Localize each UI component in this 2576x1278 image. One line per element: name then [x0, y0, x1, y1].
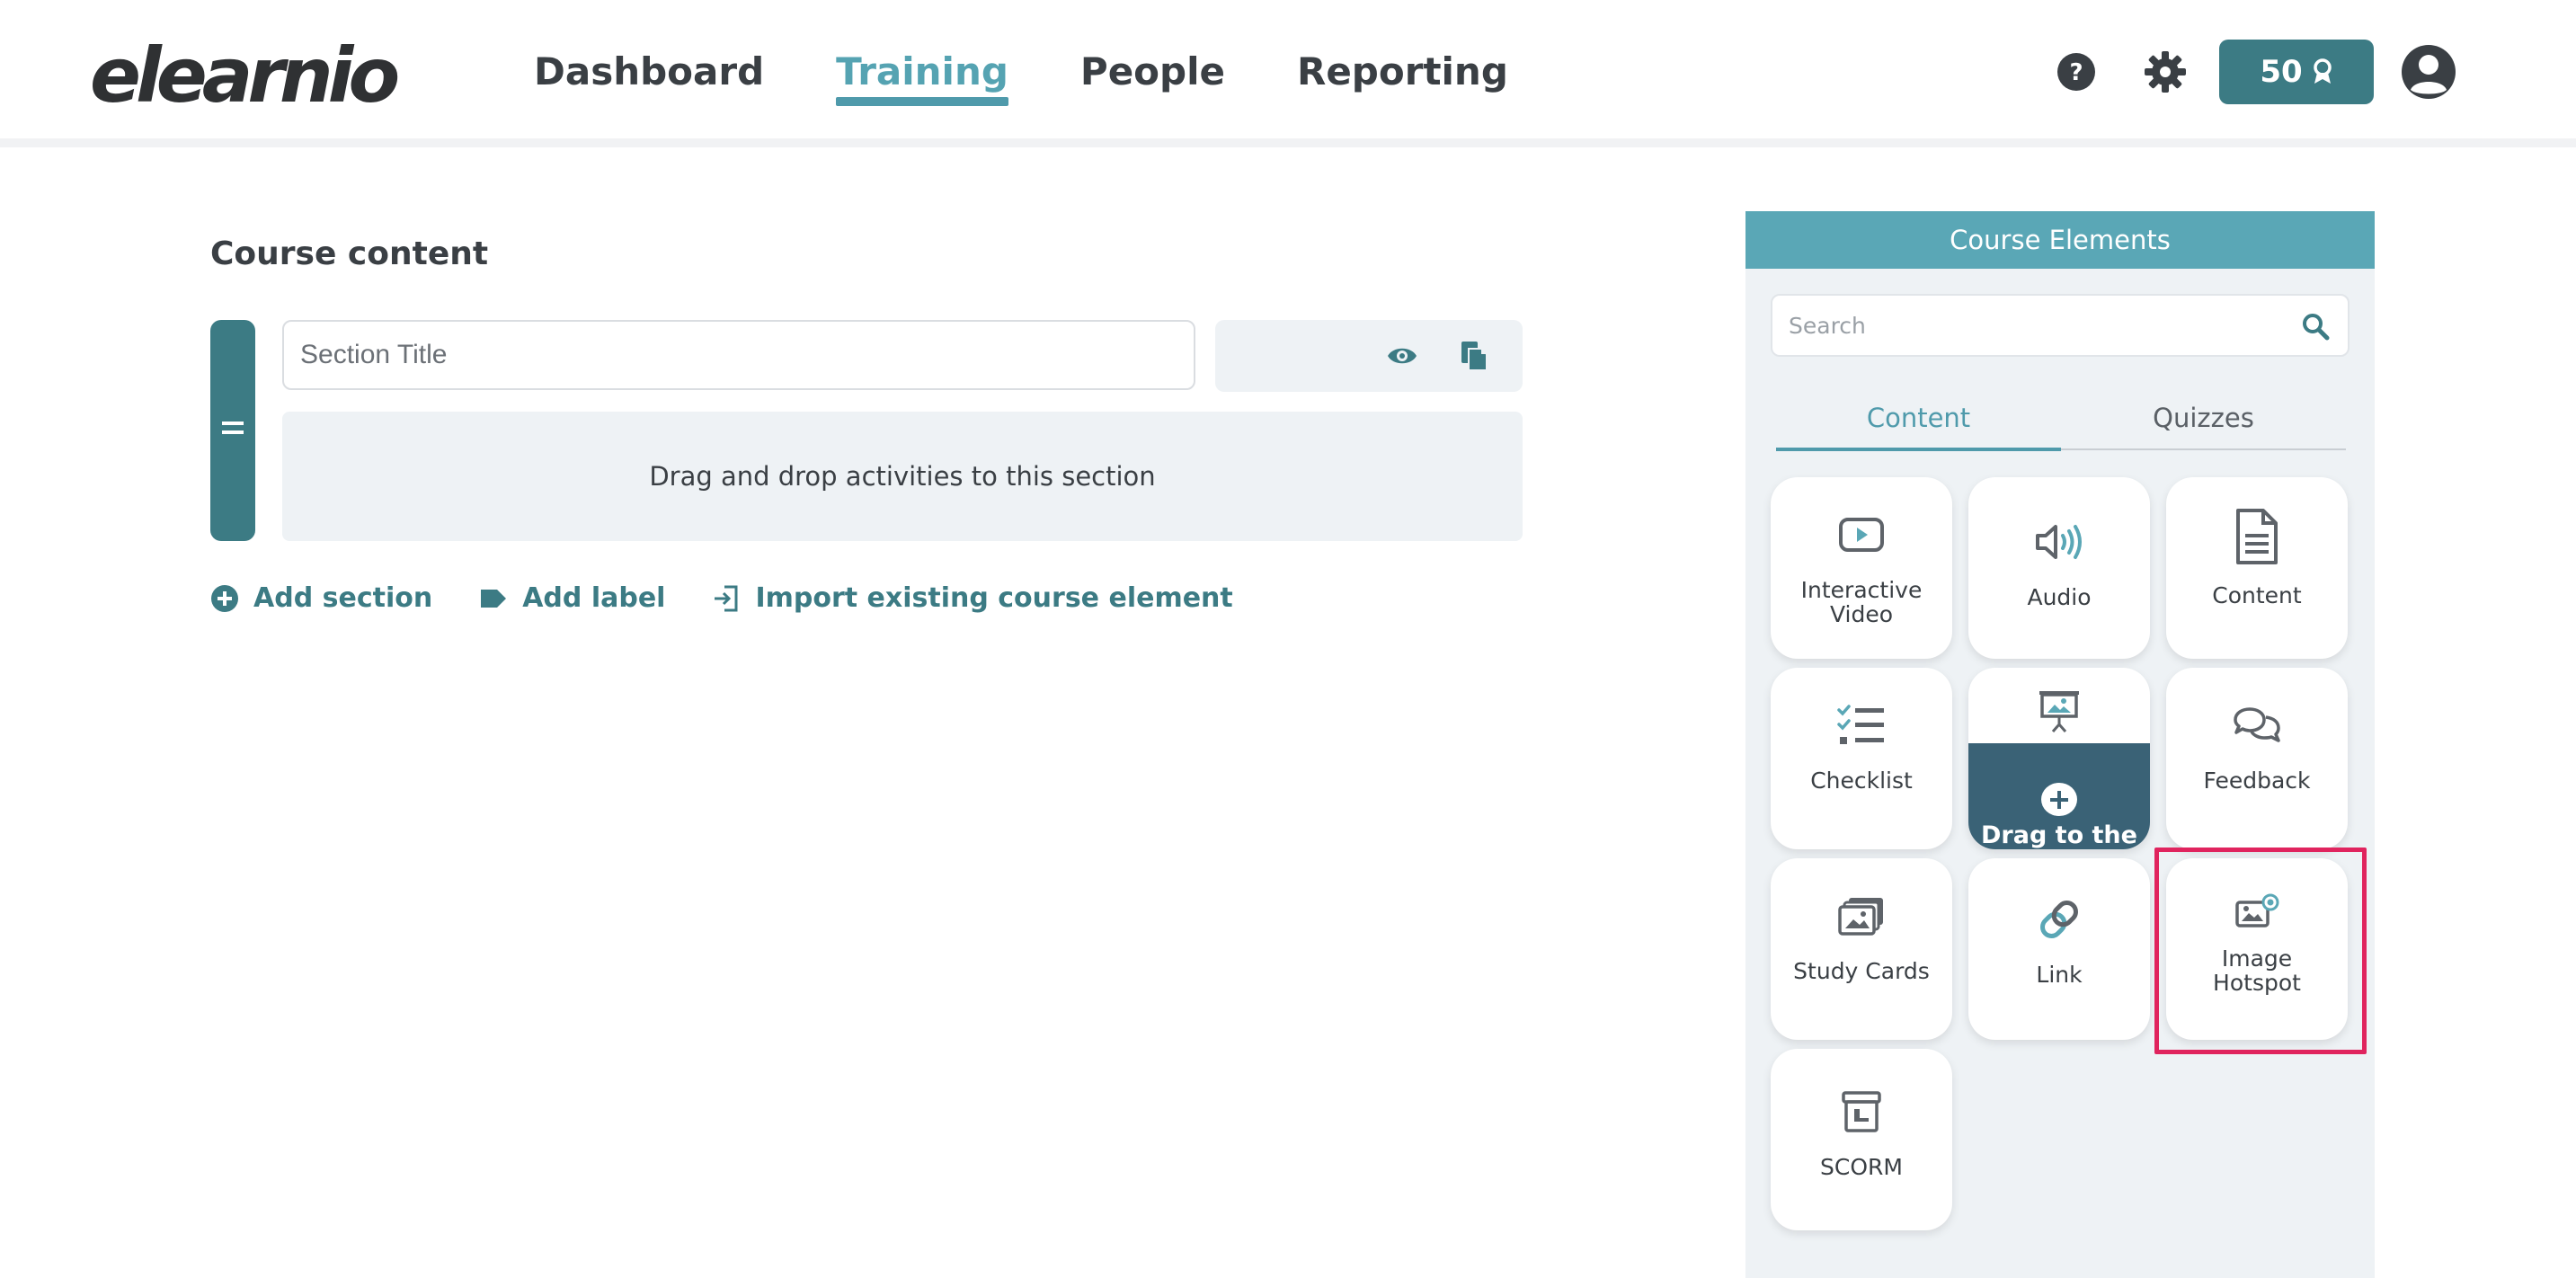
presentation-icon — [2039, 691, 2079, 732]
course-actions: Add section Add label Import existing co… — [210, 582, 1233, 614]
drag-overlay-text: Drag to the — [1981, 821, 2137, 849]
element-presentation-dragging[interactable]: Drag to the — [1968, 668, 2150, 849]
logo[interactable]: elearnio — [90, 32, 400, 119]
element-study-cards[interactable]: Study Cards — [1771, 858, 1952, 1040]
element-label: Checklist — [1810, 768, 1913, 794]
section-dropzone[interactable]: Drag and drop activities to this section — [282, 412, 1523, 541]
element-label: Link — [2036, 962, 2083, 988]
element-label: Image Hotspot — [2213, 945, 2301, 996]
feedback-icon — [2234, 707, 2280, 742]
element-feedback[interactable]: Feedback — [2166, 668, 2348, 849]
element-audio[interactable]: Audio — [1968, 477, 2150, 659]
import-element-button[interactable]: Import existing course element — [712, 582, 1233, 614]
nav-reporting[interactable]: Reporting — [1297, 45, 1508, 99]
page-title: Course content — [210, 235, 489, 272]
award-icon — [2313, 58, 2332, 84]
svg-text:?: ? — [2069, 59, 2083, 86]
import-element-label: Import existing course element — [755, 582, 1233, 614]
add-label-button[interactable]: Add label — [479, 582, 665, 614]
element-tabs: Content Quizzes — [1776, 387, 2346, 451]
image-hotspot-icon — [2235, 893, 2279, 927]
element-label: SCORM — [1820, 1154, 1903, 1180]
plus-circle-icon — [2041, 783, 2077, 816]
add-section-button[interactable]: Add section — [210, 582, 432, 614]
points-value: 50 — [2260, 54, 2303, 90]
plus-circle-icon — [211, 584, 238, 612]
checklist-icon — [1837, 705, 1884, 744]
eye-icon[interactable] — [1386, 342, 1418, 370]
element-label: Interactive Video — [1800, 577, 1923, 627]
nav-training[interactable]: Training — [836, 45, 1008, 106]
element-label: Feedback — [2203, 768, 2311, 794]
element-label: Content — [2212, 582, 2302, 608]
help-icon[interactable]: ? — [2055, 50, 2098, 93]
panel-title: Course Elements — [1745, 211, 2375, 269]
scorm-icon — [1842, 1091, 1881, 1132]
add-section-label: Add section — [253, 582, 433, 614]
import-icon — [715, 585, 738, 611]
tag-icon — [481, 589, 507, 608]
tab-quizzes[interactable]: Quizzes — [2061, 387, 2346, 448]
section-drag-handle[interactable] — [210, 320, 255, 541]
document-icon — [2236, 509, 2278, 564]
link-icon — [2040, 901, 2078, 938]
drag-handle-icon — [222, 422, 244, 434]
course-elements-panel: Course Elements Content Quizzes Interact… — [1745, 211, 2375, 1278]
audio-icon — [2036, 525, 2082, 559]
section-title-input[interactable] — [282, 320, 1195, 390]
search-input[interactable] — [1789, 296, 2292, 355]
element-label: Study Cards — [1793, 958, 1930, 984]
section-tools — [1215, 320, 1523, 392]
element-scorm[interactable]: SCORM — [1771, 1049, 1952, 1230]
tab-content[interactable]: Content — [1776, 387, 2061, 451]
nav-people[interactable]: People — [1080, 45, 1225, 99]
top-header: elearnio Dashboard Training People Repor… — [0, 0, 2576, 147]
element-checklist[interactable]: Checklist — [1771, 668, 1952, 849]
drag-overlay: Drag to the — [1968, 743, 2150, 849]
main-nav: Dashboard Training People Reporting — [534, 45, 1508, 106]
video-icon — [1839, 518, 1884, 552]
course-section: Drag and drop activities to this section — [210, 320, 1523, 541]
add-label-label: Add label — [522, 582, 666, 614]
copy-icon[interactable] — [1460, 340, 1488, 372]
avatar-icon[interactable] — [2400, 43, 2457, 101]
element-link[interactable]: Link — [1968, 858, 2150, 1040]
points-button[interactable]: 50 — [2219, 40, 2374, 104]
search-box — [1771, 294, 2349, 357]
gear-icon[interactable] — [2144, 50, 2187, 93]
nav-dashboard[interactable]: Dashboard — [534, 45, 764, 99]
study-cards-icon — [1838, 898, 1883, 936]
element-content[interactable]: Content — [2166, 477, 2348, 659]
search-icon[interactable] — [2301, 312, 2330, 341]
element-image-hotspot[interactable]: Image Hotspot — [2166, 858, 2348, 1040]
element-label: Audio — [2027, 584, 2092, 610]
element-interactive-video[interactable]: Interactive Video — [1771, 477, 1952, 659]
